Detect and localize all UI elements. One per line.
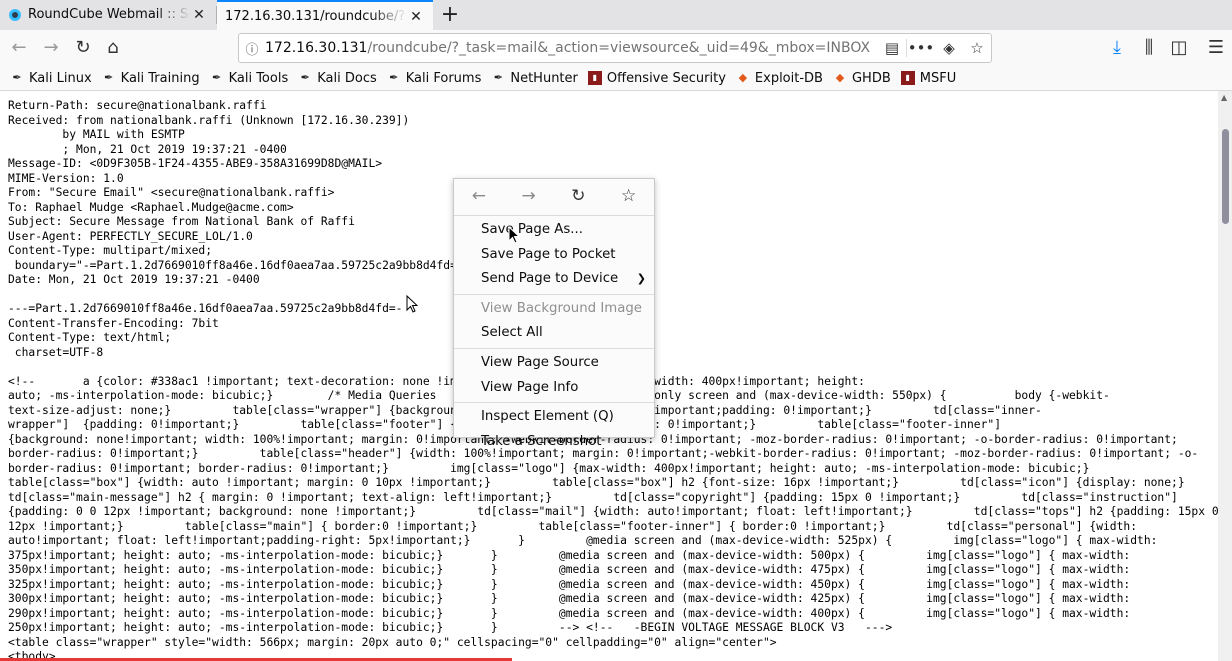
- menu-item-save-page-as[interactable]: Save Page As...: [454, 218, 654, 243]
- context-reload-icon[interactable]: ↻: [571, 186, 585, 206]
- menu-item-send-to-device[interactable]: Send Page to Device ❯: [454, 267, 654, 292]
- menu-item-label: Send Page to Device: [481, 271, 619, 287]
- exploitdb-icon: ◆: [835, 71, 845, 84]
- bookmark-kali-training[interactable]: ✒ Kali Training: [102, 71, 200, 86]
- bookmark-star-icon[interactable]: ☆: [963, 39, 991, 57]
- bookmark-label: Kali Docs: [317, 70, 377, 86]
- bookmark-kali-linux[interactable]: ✒ Kali Linux: [10, 70, 92, 86]
- kali-dragon-icon: ✒: [493, 71, 503, 84]
- downloads-icon[interactable]: ⤓: [1104, 36, 1130, 60]
- tab-roundcube[interactable]: RoundCube Webmail :: Se ✕: [0, 0, 216, 29]
- forward-button[interactable]: →: [38, 36, 64, 60]
- menu-item-select-all[interactable]: Select All: [454, 321, 654, 346]
- bookmark-label: Offensive Security: [606, 70, 726, 86]
- context-back-icon[interactable]: ←: [472, 186, 486, 206]
- url-bar[interactable]: ⓘ 172.16.30.131/roundcube/?_task=mail&_a…: [238, 33, 992, 63]
- new-tab-button[interactable]: +: [438, 2, 462, 27]
- kali-dragon-icon: ✒: [12, 71, 22, 84]
- menu-separator: [454, 402, 654, 404]
- menu-item-take-screenshot[interactable]: Take a Screenshot: [454, 430, 654, 455]
- submenu-arrow-icon: ❯: [636, 272, 646, 286]
- context-nav-row: ← → ↻ ☆: [454, 179, 654, 213]
- kali-dragon-icon: ✒: [300, 71, 310, 84]
- offsec-icon: ▮: [900, 71, 915, 85]
- kali-dragon-icon: ✒: [104, 71, 114, 84]
- exploitdb-icon: ◆: [738, 71, 748, 84]
- close-tab-icon[interactable]: ✕: [407, 9, 425, 25]
- mouse-cursor-icon: [508, 226, 520, 244]
- close-tab-icon[interactable]: ✕: [190, 7, 208, 23]
- pocket-icon[interactable]: ◈: [935, 39, 963, 57]
- bookmark-kali-forums[interactable]: ✒ Kali Forums: [387, 70, 482, 86]
- bookmark-nethunter[interactable]: ✒ NetHunter: [491, 71, 578, 86]
- kali-dragon-icon: ✒: [211, 71, 222, 84]
- url-path: /roundcube/?_task=mail&_action=viewsourc…: [367, 40, 871, 56]
- bookmark-label: Exploit-DB: [754, 70, 823, 86]
- url-text[interactable]: 172.16.30.131/roundcube/?_task=mail&_act…: [265, 40, 878, 56]
- url-host: 172.16.30.131: [265, 40, 368, 56]
- home-button[interactable]: ⌂: [100, 36, 126, 60]
- menu-separator: [454, 293, 654, 295]
- bookmark-label: MSFU: [919, 70, 957, 86]
- tab-title: RoundCube Webmail :: Se: [28, 7, 190, 22]
- bookmark-label: Kali Linux: [29, 70, 92, 86]
- tab-bar: RoundCube Webmail :: Se ✕ 172.16.30.131/…: [0, 0, 1232, 31]
- context-menu: ← → ↻ ☆ Save Page As... Save Page to Poc…: [453, 178, 655, 449]
- scrollbar-thumb[interactable]: [1222, 129, 1229, 224]
- bookmark-kali-docs[interactable]: ✒ Kali Docs: [298, 71, 377, 86]
- menu-separator: [454, 347, 654, 349]
- bookmarks-toolbar: ✒ Kali Linux ✒ Kali Training ✒ Kali Tools ✒…: [0, 66, 1232, 91]
- site-info-icon[interactable]: ⓘ: [239, 39, 265, 58]
- context-bookmark-icon[interactable]: ☆: [621, 186, 636, 206]
- bookmark-offensive-security[interactable]: ▮ Offensive Security: [587, 70, 726, 86]
- library-icon[interactable]: ⫼: [1136, 36, 1162, 60]
- bookmark-exploit-db[interactable]: ◆ Exploit-DB: [736, 71, 823, 86]
- kali-dragon-icon: ✒: [389, 71, 399, 84]
- bookmark-kali-tools[interactable]: ✒ Kali Tools: [210, 70, 289, 86]
- bookmark-label: Kali Tools: [228, 70, 289, 86]
- bookmark-msfu[interactable]: ▮ MSFU: [900, 70, 957, 86]
- menu-separator: [454, 215, 654, 216]
- bookmark-label: GHDB: [851, 70, 891, 86]
- tab-viewsource[interactable]: 172.16.30.131/roundcube/?_t ✕: [217, 0, 433, 31]
- menu-item-inspect-element[interactable]: Inspect Element (Q): [454, 405, 654, 430]
- vertical-scrollbar[interactable]: ▲: [1218, 91, 1232, 661]
- scroll-up-icon[interactable]: ▲: [1221, 93, 1227, 102]
- menu-item-view-page-source[interactable]: View Page Source: [454, 351, 654, 376]
- menu-item-save-to-pocket[interactable]: Save Page to Pocket: [454, 243, 654, 268]
- reader-view-icon[interactable]: ▤: [878, 39, 906, 57]
- bookmark-ghdb[interactable]: ◆ GHDB: [833, 71, 891, 86]
- offsec-icon: ▮: [587, 71, 602, 85]
- sidebar-icon[interactable]: ◫: [1166, 36, 1192, 60]
- reload-button[interactable]: ↻: [70, 36, 96, 60]
- bookmark-label: Kali Training: [120, 70, 200, 86]
- bookmark-label: NetHunter: [510, 70, 578, 86]
- page-actions-icon[interactable]: •••: [906, 39, 935, 57]
- menu-item-view-background-image[interactable]: View Background Image: [454, 297, 654, 322]
- tab-title: 172.16.30.131/roundcube/?_t: [225, 9, 407, 24]
- mouse-cursor-icon: [406, 295, 418, 313]
- menu-item-view-page-info[interactable]: View Page Info: [454, 376, 654, 401]
- back-button[interactable]: ←: [6, 36, 32, 60]
- bookmark-label: Kali Forums: [405, 70, 482, 86]
- menu-icon[interactable]: ☰: [1203, 36, 1229, 60]
- context-forward-icon[interactable]: →: [522, 186, 536, 206]
- nav-bar: ← → ↻ ⌂ ⓘ 172.16.30.131/roundcube/?_task…: [0, 30, 1232, 66]
- roundcube-favicon-icon: [9, 8, 21, 21]
